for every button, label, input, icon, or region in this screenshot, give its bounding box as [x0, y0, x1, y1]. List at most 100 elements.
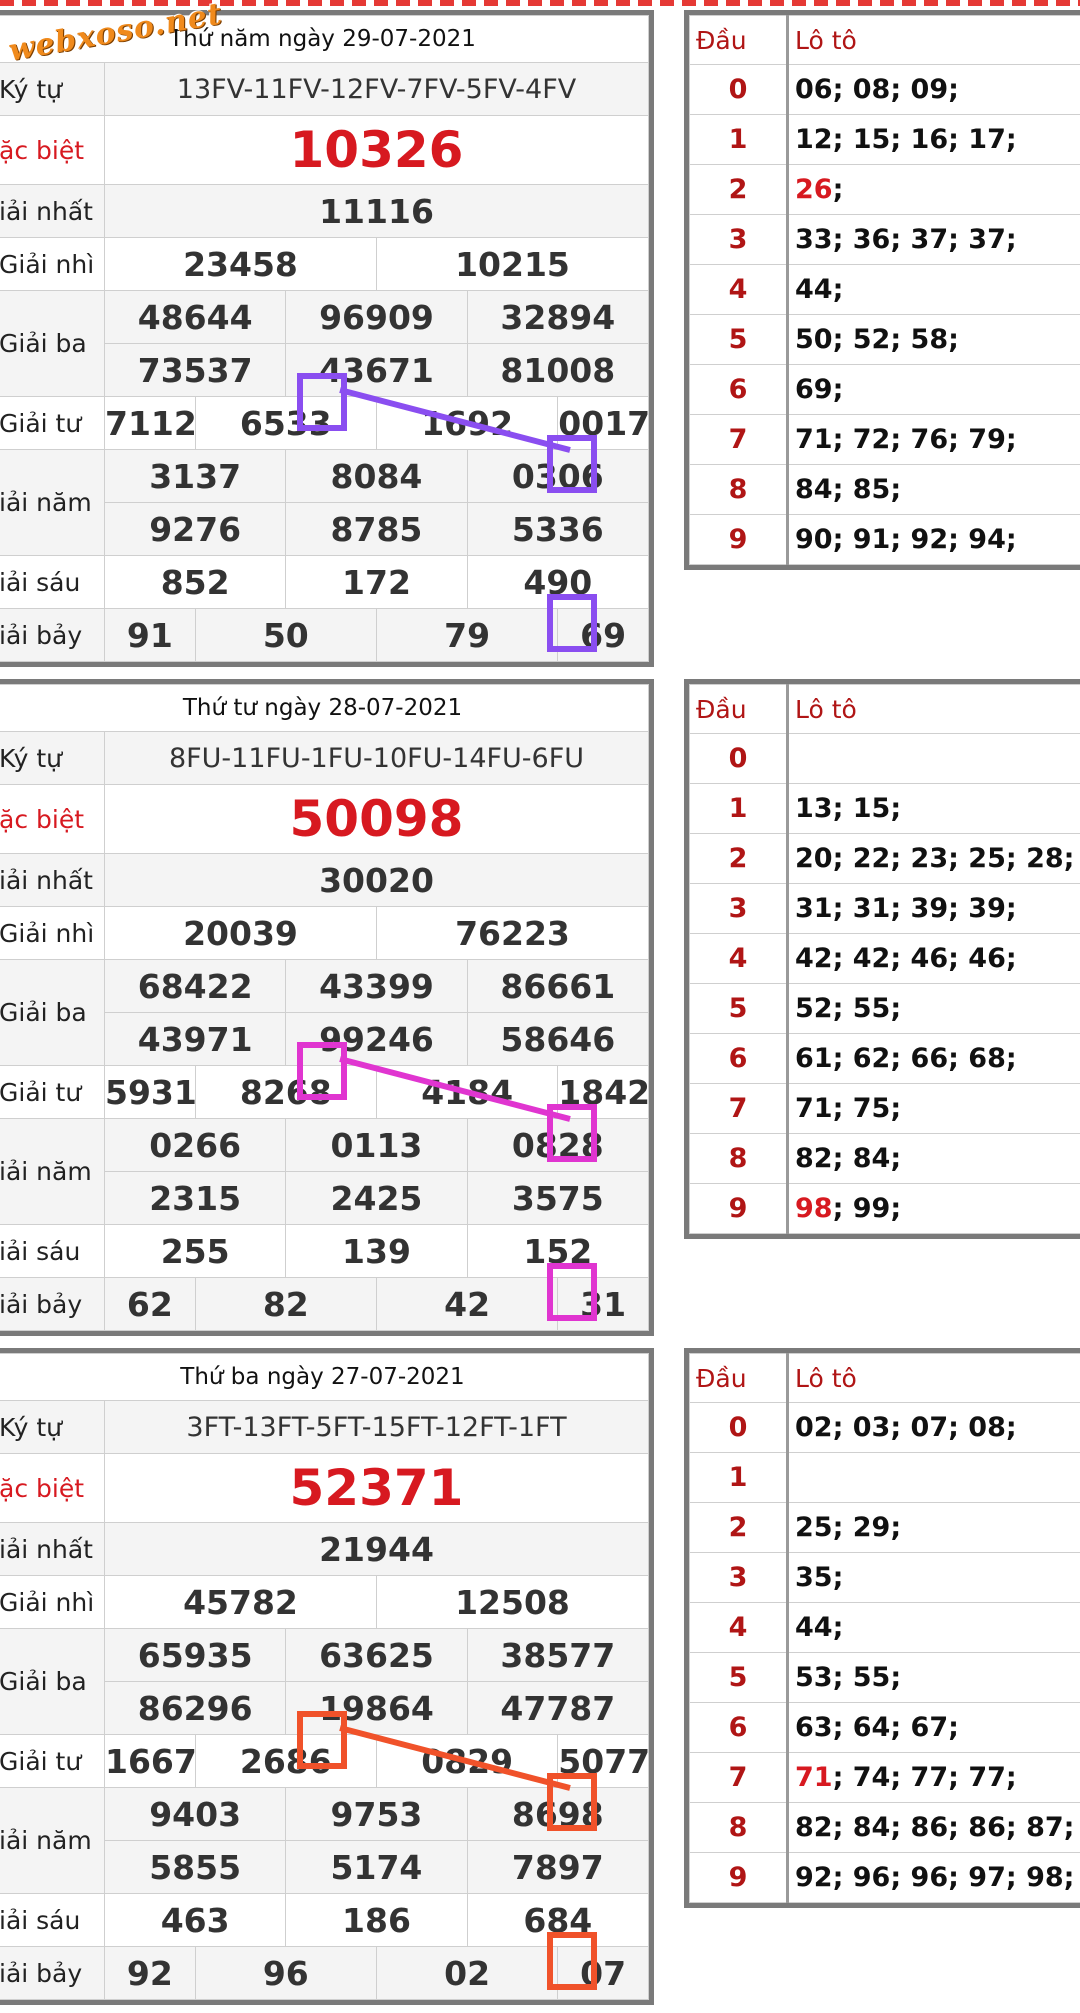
loto-dau: 5 [689, 1652, 789, 1703]
loto-values: 84; 85; [787, 464, 1080, 515]
loto-values: 63; 64; 67; [787, 1702, 1080, 1753]
loto-row: 7 71; 75; [689, 1083, 1080, 1134]
loto-rest: ; 99; [832, 1193, 902, 1224]
second-prize: 45782 [104, 1575, 377, 1629]
loto-table: Đầu Lô tô 0 02; 03; 07; 08; 1 2 25; 29; 3 35; 4 44… [684, 1348, 1080, 1908]
loto-row: 8 84; 85; [689, 464, 1080, 515]
loto-dau: 6 [689, 1702, 789, 1753]
loto-head-loto: Lô tô [787, 684, 1080, 734]
label-giai-sau: iải sáu [0, 1224, 105, 1278]
sixth-prize: 684 [466, 1893, 650, 1947]
loto-head-dau: Đầu [689, 15, 789, 65]
loto-rest: 44; [795, 274, 844, 305]
third-prize: 73537 [103, 343, 287, 397]
third-prize: 43971 [103, 1012, 287, 1066]
label-dac-biet: ặc biệt [0, 115, 105, 185]
loto-values: 53; 55; [787, 1652, 1080, 1703]
sixth-prize: 490 [466, 555, 650, 609]
loto-head-loto: Lô tô [787, 15, 1080, 65]
loto-rest: 90; 91; 92; 94; [795, 524, 1017, 555]
loto-row: 3 31; 31; 39; 39; [689, 883, 1080, 934]
loto-row: 8 82; 84; [689, 1133, 1080, 1184]
loto-dau: 7 [689, 1083, 789, 1134]
loto-values: 98; 99; [787, 1183, 1080, 1234]
loto-row: 6 69; [689, 364, 1080, 415]
label-giai-bay: iải bảy [0, 1946, 105, 2000]
loto-rest: 82; 84; [795, 1143, 902, 1174]
label-dac-biet: ặc biệt [0, 1453, 105, 1523]
loto-values: 20; 22; 23; 25; 28; [787, 833, 1080, 884]
label-giai-ba: Giải ba [0, 959, 105, 1066]
sixth-prize: 852 [103, 555, 287, 609]
loto-values: 69; [787, 364, 1080, 415]
label-giai-bay: iải bảy [0, 608, 105, 662]
third-prize: 58646 [466, 1012, 650, 1066]
third-prize: 86296 [103, 1681, 287, 1735]
sixth-prize: 152 [466, 1224, 650, 1278]
loto-rest: 31; 31; 39; 39; [795, 893, 1017, 924]
label-giai-nhat: iải nhất [0, 853, 105, 907]
loto-row: 3 35; [689, 1552, 1080, 1603]
label-giai-nam: iải năm [0, 449, 105, 556]
loto-rest: 50; 52; 58; [795, 324, 959, 355]
sixth-prize: 255 [103, 1224, 287, 1278]
loto-rest: 92; 96; 96; 97; 98; [795, 1862, 1075, 1893]
loto-values: 71; 74; 77; 77; [787, 1752, 1080, 1803]
third-prize: 99246 [285, 1012, 468, 1066]
label-giai-sau: iải sáu [0, 555, 105, 609]
loto-values [787, 1452, 1080, 1503]
loto-row: 2 20; 22; 23; 25; 28; [689, 833, 1080, 884]
label-giai-ba: Giải ba [0, 290, 105, 397]
loto-row: 7 71; 72; 76; 79; [689, 414, 1080, 465]
loto-rest: 13; 15; [795, 793, 902, 824]
label-giai-sau: iải sáu [0, 1893, 105, 1947]
loto-highlight: 26 [795, 174, 833, 205]
loto-row: 6 61; 62; 66; 68; [689, 1033, 1080, 1084]
first-prize: 30020 [104, 853, 649, 907]
loto-dau: 9 [689, 514, 789, 565]
label-giai-nhi: Giải nhì [0, 1575, 105, 1629]
label-giai-tu: Giải tư [0, 1734, 105, 1788]
loto-table: Đầu Lô tô 0 1 13; 15; 2 20; 22; 23; 25; 28; 3 31… [684, 679, 1080, 1239]
loto-rest: 20; 22; 23; 25; 28; [795, 843, 1075, 874]
seventh-prize: 62 [104, 1277, 196, 1331]
sixth-prize: 139 [285, 1224, 468, 1278]
fifth-prize: 9403 [103, 1787, 287, 1841]
seventh-prize: 69 [557, 608, 649, 662]
loto-table: Đầu Lô tô 0 06; 08; 09; 1 12; 15; 16; 17; 2 26;… [684, 10, 1080, 570]
loto-values: 12; 15; 16; 17; [787, 114, 1080, 165]
loto-row: 0 [689, 733, 1080, 784]
label-giai-nhi: Giải nhì [0, 237, 105, 291]
second-prize: 12508 [375, 1575, 650, 1629]
loto-dau: 8 [689, 464, 789, 515]
loto-dau: 8 [689, 1133, 789, 1184]
third-prize: 43671 [285, 343, 468, 397]
loto-row: 2 26; [689, 164, 1080, 215]
seventh-prize: 50 [194, 608, 377, 662]
fifth-prize: 0113 [285, 1118, 468, 1172]
label-giai-bay: iải bảy [0, 1277, 105, 1331]
fourth-prize: 5077 [557, 1734, 649, 1788]
loto-dau: 8 [689, 1802, 789, 1853]
loto-dau: 4 [689, 264, 789, 315]
fifth-prize: 8084 [285, 449, 468, 503]
sixth-prize: 186 [285, 1893, 468, 1947]
loto-dau: 5 [689, 983, 789, 1034]
loto-highlight: 98 [795, 1193, 833, 1224]
loto-values: 06; 08; 09; [787, 64, 1080, 115]
seventh-prize: 02 [375, 1946, 559, 2000]
label-ky-tu: Ký tự [0, 731, 105, 785]
seventh-prize: 82 [194, 1277, 377, 1331]
loto-dau: 5 [689, 314, 789, 365]
loto-rest: 02; 03; 07; 08; [795, 1412, 1017, 1443]
special-prize: 10326 [104, 115, 649, 185]
loto-values: 33; 36; 37; 37; [787, 214, 1080, 265]
day-title: Thứ tư ngày 28-07-2021 [0, 684, 649, 732]
loto-rest: 82; 84; 86; 86; 87; [795, 1812, 1075, 1843]
loto-values: 90; 91; 92; 94; [787, 514, 1080, 565]
fourth-prize: 5931 [104, 1065, 196, 1119]
loto-dau: 2 [689, 1502, 789, 1553]
label-giai-nam: iải năm [0, 1118, 105, 1225]
loto-values: 50; 52; 58; [787, 314, 1080, 365]
loto-row: 5 50; 52; 58; [689, 314, 1080, 365]
